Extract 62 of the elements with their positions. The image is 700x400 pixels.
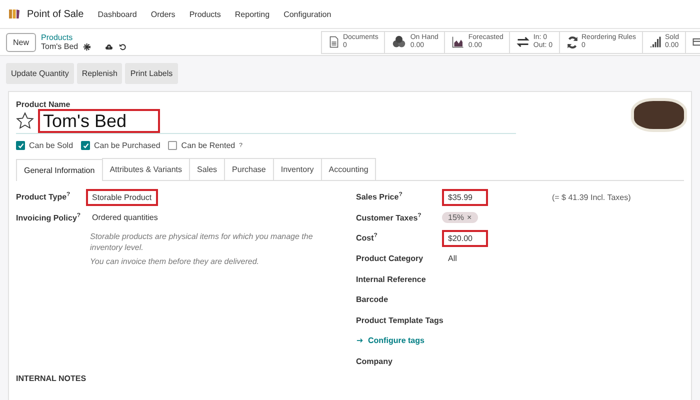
checkbox-label: Can be Purchased <box>94 141 160 150</box>
books-logo-icon <box>8 8 22 20</box>
field-label: Cost$^{?}$ <box>356 233 378 244</box>
checkbox[interactable] <box>16 141 25 150</box>
app-title[interactable]: Point of Sale <box>27 8 84 20</box>
menu-item[interactable]: Dashboard <box>98 10 137 18</box>
menu-item[interactable]: Products <box>189 10 221 18</box>
field-label: Barcode <box>356 295 390 304</box>
field-value[interactable]: $20.00 <box>442 230 488 247</box>
help-mark: ? <box>418 212 422 219</box>
help-mark: ? <box>76 212 81 219</box>
breadcrumb-link[interactable]: Products <box>41 33 128 42</box>
field-label: Sales Price$^{?}$ <box>356 192 404 202</box>
refresh-icon <box>566 36 578 48</box>
field-label: Product Name <box>16 100 70 109</box>
name-field[interactable]: Tom's Bed <box>38 109 160 133</box>
field-label: Customer Taxes$^{?}$ <box>356 212 422 223</box>
cloud-upload-icon <box>104 42 114 50</box>
product-photo <box>631 98 687 132</box>
star-icon <box>16 112 34 130</box>
tax-tag[interactable]: 15% × <box>442 212 478 224</box>
action-button[interactable]: Update Quantity <box>6 63 74 84</box>
new-button[interactable]: New <box>6 32 36 52</box>
menu-item[interactable]: Reporting <box>234 10 270 18</box>
field-label: Product Template Tags <box>356 316 442 325</box>
remove-icon[interactable]: × <box>467 213 472 222</box>
help-mark: ? <box>398 192 402 198</box>
undo-icon <box>119 42 128 50</box>
field-label: Invoicing Policy$^{?}$ <box>16 212 82 223</box>
checkbox[interactable] <box>168 141 178 150</box>
menu-item[interactable]: Configuration <box>284 10 332 18</box>
tab[interactable]: Accounting <box>320 158 376 180</box>
area-chart-icon <box>451 36 466 48</box>
field-value[interactable]: Ordered quantities <box>86 209 164 226</box>
field-label: Product Type$^{?}$ <box>16 192 72 202</box>
cubes-icon <box>391 35 408 49</box>
field-value[interactable]: All <box>442 250 488 268</box>
field-label: Company <box>356 356 394 366</box>
configure-tags-link[interactable]: Configure tags <box>356 336 424 346</box>
tab[interactable]: General Information <box>16 159 103 181</box>
action-button[interactable]: Print Labels <box>125 63 178 84</box>
action-button[interactable]: Replenish <box>76 63 122 84</box>
tax-included-note: (= $ 41.39 Incl. Taxes) <box>552 192 631 202</box>
help-note: You can invoice them before they are delivered. <box>89 256 260 267</box>
menu-item[interactable]: Orders <box>150 10 176 18</box>
help-note: Storable products are physical items for which you manage the inventory level. <box>89 231 314 253</box>
help-mark: ? <box>66 192 70 198</box>
signal-bars-icon <box>648 36 662 48</box>
help-mark: ? <box>239 142 242 148</box>
field-label: Internal Reference <box>356 274 427 284</box>
checkbox[interactable] <box>81 141 90 150</box>
checkbox-label: Can be Rented <box>181 141 236 150</box>
section-heading: INTERNAL NOTES <box>16 374 88 382</box>
exchange-icon <box>516 36 530 48</box>
field-value[interactable]: $35.99 <box>442 188 488 206</box>
record-title: Tom's Bed <box>41 42 78 51</box>
document-icon <box>328 35 340 49</box>
field-label: Product Category <box>356 254 424 264</box>
arrow-right-icon <box>356 337 364 344</box>
help-mark: ? <box>374 233 378 240</box>
checkbox-label: Can be Sold <box>29 141 74 150</box>
field-value[interactable]: Storable Product <box>86 188 158 206</box>
